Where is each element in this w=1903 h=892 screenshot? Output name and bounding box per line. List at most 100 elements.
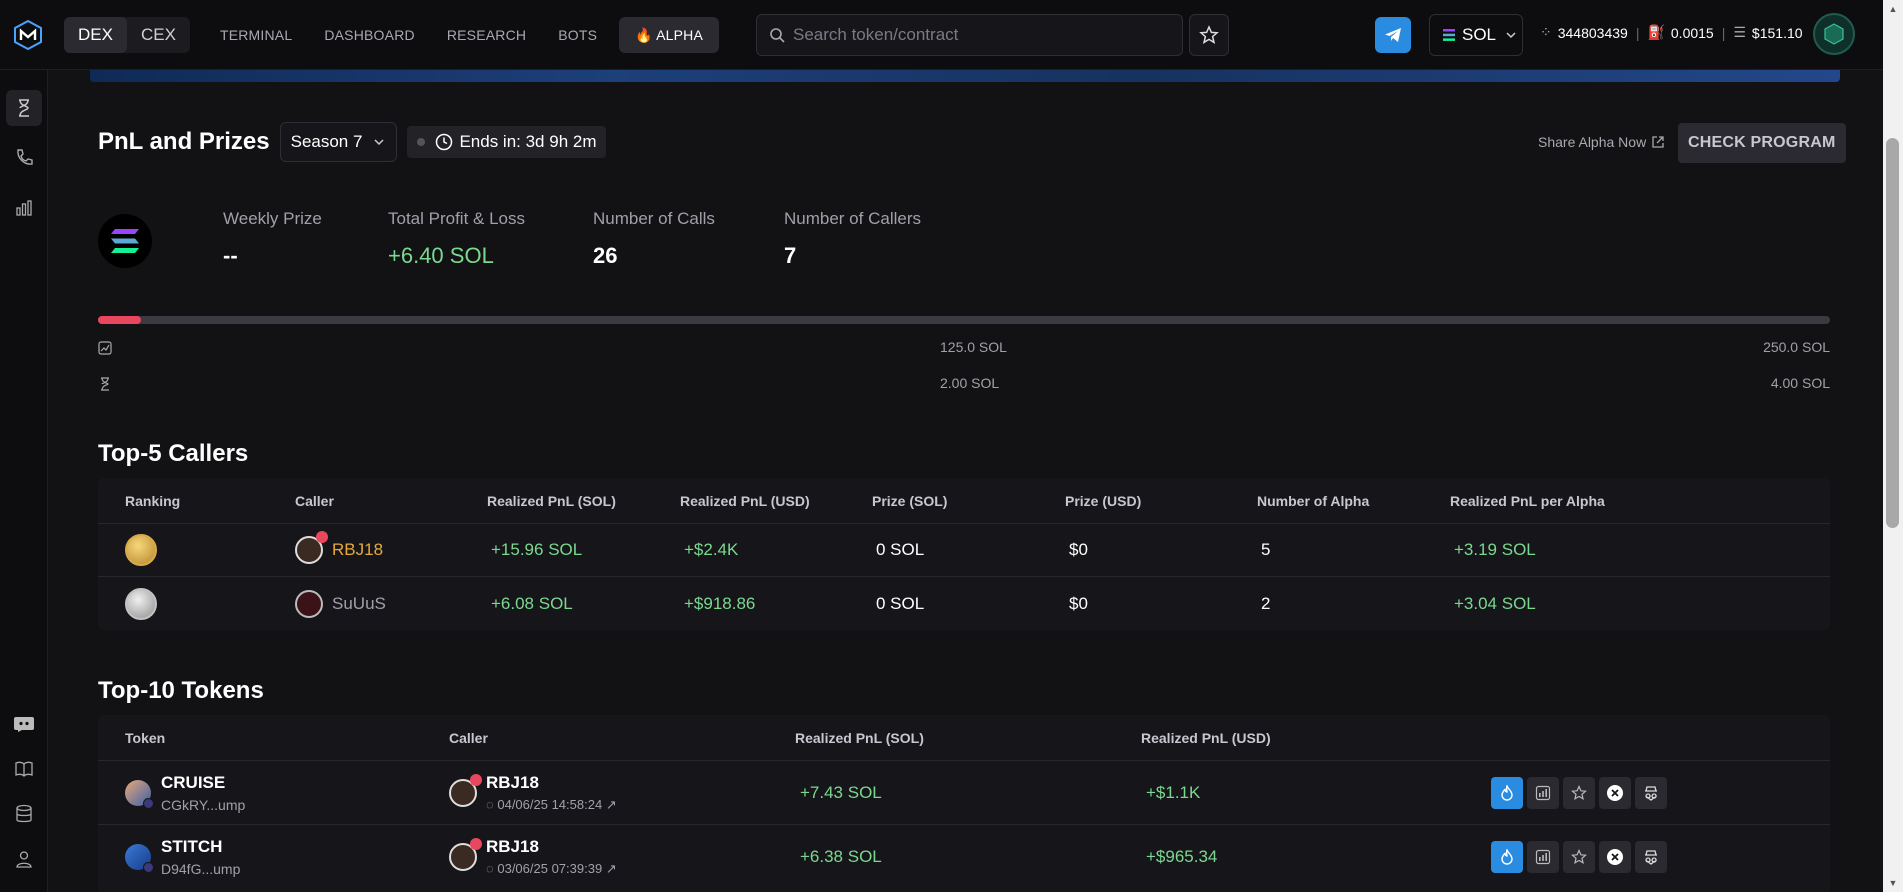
- caller-name: RBJ18: [486, 772, 539, 792]
- col-pnl-usd[interactable]: Realized PnL (USD): [1141, 730, 1271, 746]
- chevron-down-icon: [1506, 32, 1516, 39]
- trade-button[interactable]: [1491, 841, 1523, 873]
- progress-fill: [98, 316, 142, 324]
- token-icon: [125, 844, 154, 873]
- favorite-button[interactable]: [1563, 841, 1595, 873]
- nav-alpha[interactable]: 🔥 ALPHA: [619, 16, 720, 53]
- scroll-up-arrow[interactable]: ▲: [1886, 2, 1900, 16]
- caller-name: SuUuS: [332, 593, 386, 613]
- scroll-down-arrow[interactable]: ▼: [1886, 876, 1900, 890]
- user-avatar[interactable]: [1813, 13, 1855, 55]
- col-ranking[interactable]: Ranking: [125, 493, 180, 509]
- gas-icon: ⛽: [1647, 24, 1665, 40]
- pnl-per-alpha: +3.19 SOL: [1454, 540, 1536, 559]
- chain-selector[interactable]: SOL: [1429, 14, 1523, 56]
- table-row[interactable]: STITCH D94fG...ump RBJ18 ◌ 03/06/25 07:3…: [98, 825, 1830, 889]
- solana-logo: [98, 214, 152, 268]
- metric-label: Number of Calls: [593, 209, 715, 228]
- rug-check-button[interactable]: [1635, 841, 1667, 873]
- pnl-scale: 125.0 SOL 250.0 SOL: [98, 339, 1830, 359]
- col-caller[interactable]: Caller: [295, 493, 334, 509]
- prize-mid-tick: 2.00 SOL: [940, 375, 1000, 391]
- x-twitter-button[interactable]: [1599, 841, 1631, 873]
- pnl-sol: +7.43 SOL: [800, 782, 882, 802]
- col-pnl-sol[interactable]: Realized PnL (SOL): [795, 730, 924, 746]
- col-pnl-usd[interactable]: Realized PnL (USD): [680, 493, 810, 509]
- x-twitter-button[interactable]: [1599, 776, 1631, 809]
- pnl-end-tick: 250.0 SOL: [1763, 339, 1830, 355]
- chart-button[interactable]: [1527, 776, 1559, 809]
- fire-icon: 🔥: [635, 26, 653, 43]
- sidebar-item-discord[interactable]: [6, 706, 42, 742]
- search-icon: [770, 28, 785, 43]
- tab-dex[interactable]: DEX: [64, 16, 127, 53]
- top-callers-table: Ranking Caller Realized PnL (SOL) Realiz…: [98, 478, 1830, 630]
- gas-fee: 0.0015: [1670, 24, 1714, 41]
- caller-cell[interactable]: RBJ18: [295, 531, 383, 564]
- x-icon: [1607, 784, 1623, 801]
- rug-check-button[interactable]: [1635, 776, 1667, 809]
- pnl-sol: +6.08 SOL: [491, 593, 573, 613]
- sidebar-item-profile[interactable]: [6, 841, 42, 877]
- nav-research[interactable]: RESEARCH: [431, 17, 542, 53]
- season-label: Season 7: [290, 132, 363, 151]
- token-cell[interactable]: STITCH D94fG...ump: [125, 837, 240, 877]
- trade-button[interactable]: [1491, 776, 1523, 809]
- x-icon: [1607, 849, 1623, 865]
- sidebar-item-docs[interactable]: [6, 751, 42, 787]
- season-selector[interactable]: Season 7: [279, 122, 398, 162]
- metric-value: 26: [593, 243, 618, 268]
- caller-cell[interactable]: RBJ18 ◌ 03/06/25 07:39:39 ↗: [449, 837, 617, 877]
- metric-label: Total Profit & Loss: [388, 209, 526, 228]
- nav-terminal[interactable]: TERMINAL: [204, 17, 308, 53]
- chart-button[interactable]: [1527, 841, 1559, 873]
- share-alpha-link[interactable]: Share Alpha Now: [1538, 134, 1665, 150]
- page-header: PnL and Prizes Season 7 Ends in: 3d 9h 2…: [98, 122, 607, 162]
- pnl-usd: +$965.34: [1146, 847, 1218, 866]
- external-link-icon[interactable]: ↗: [606, 797, 617, 812]
- spy-icon: [1645, 850, 1657, 865]
- watchlist-button[interactable]: [1189, 14, 1229, 56]
- silver-medal-icon: [125, 587, 157, 620]
- prize-end-tick: 4.00 SOL: [1770, 375, 1830, 391]
- col-prize-usd[interactable]: Prize (USD): [1065, 493, 1141, 509]
- external-link-icon[interactable]: ↗: [606, 861, 617, 876]
- hourglass-icon: [101, 377, 109, 391]
- check-program-button[interactable]: CHECK PROGRAM: [1678, 123, 1846, 163]
- scrollbar-thumb[interactable]: [1886, 138, 1899, 528]
- top-tokens-table: Token Caller Realized PnL (SOL) Realized…: [98, 715, 1830, 892]
- promo-banner[interactable]: [90, 70, 1840, 82]
- sidebar-item-database[interactable]: [6, 796, 42, 832]
- col-pnl-sol[interactable]: Realized PnL (SOL): [487, 493, 616, 509]
- telegram-icon: [1385, 28, 1401, 42]
- table-row[interactable]: CRUISE CGkRY...ump RBJ18 ◌ 04/06/25 14:5…: [98, 761, 1830, 825]
- nav-alpha-label: ALPHA: [656, 26, 704, 43]
- database-icon: [16, 804, 32, 823]
- table-row[interactable]: SuUuS +6.08 SOL +$918.86 0 SOL $0 2 +3.0…: [98, 577, 1830, 630]
- sidebar-item-stats[interactable]: [6, 190, 42, 226]
- chart-icon: [1535, 785, 1551, 800]
- token-cell[interactable]: CRUISE CGkRY...ump: [125, 773, 245, 813]
- search-input[interactable]: [793, 25, 1153, 45]
- caller-cell[interactable]: RBJ18 ◌ 04/06/25 14:58:24 ↗: [449, 773, 617, 813]
- nav-dashboard[interactable]: DASHBOARD: [308, 17, 430, 53]
- chevron-down-icon: [374, 139, 384, 146]
- app-logo[interactable]: [10, 17, 46, 53]
- sidebar-item-prizes[interactable]: [6, 90, 42, 126]
- sidebar-item-calls[interactable]: [6, 140, 42, 176]
- table-header: Ranking Caller Realized PnL (SOL) Realiz…: [98, 478, 1830, 524]
- favorite-button[interactable]: [1563, 776, 1595, 809]
- nav-bots[interactable]: BOTS: [542, 17, 613, 53]
- tab-cex[interactable]: CEX: [127, 17, 190, 53]
- col-num-alpha[interactable]: Number of Alpha: [1257, 493, 1369, 509]
- table-row[interactable]: RBJ18 +15.96 SOL +$2.4K 0 SOL $0 5 +3.19…: [98, 524, 1830, 577]
- network-stats: ⁘ 344803439 | ⛽ 0.0015 | ☰ $151.10: [1540, 24, 1803, 41]
- col-prize-sol[interactable]: Prize (SOL): [872, 493, 947, 509]
- col-pnl-per-alpha[interactable]: Realized PnL per Alpha: [1450, 493, 1605, 509]
- search-box[interactable]: [756, 14, 1183, 56]
- telegram-button[interactable]: [1375, 17, 1411, 53]
- caller-cell[interactable]: SuUuS: [295, 589, 386, 618]
- col-token[interactable]: Token: [125, 730, 165, 746]
- col-caller[interactable]: Caller: [449, 730, 488, 746]
- prize-progress-bar: [98, 316, 1830, 324]
